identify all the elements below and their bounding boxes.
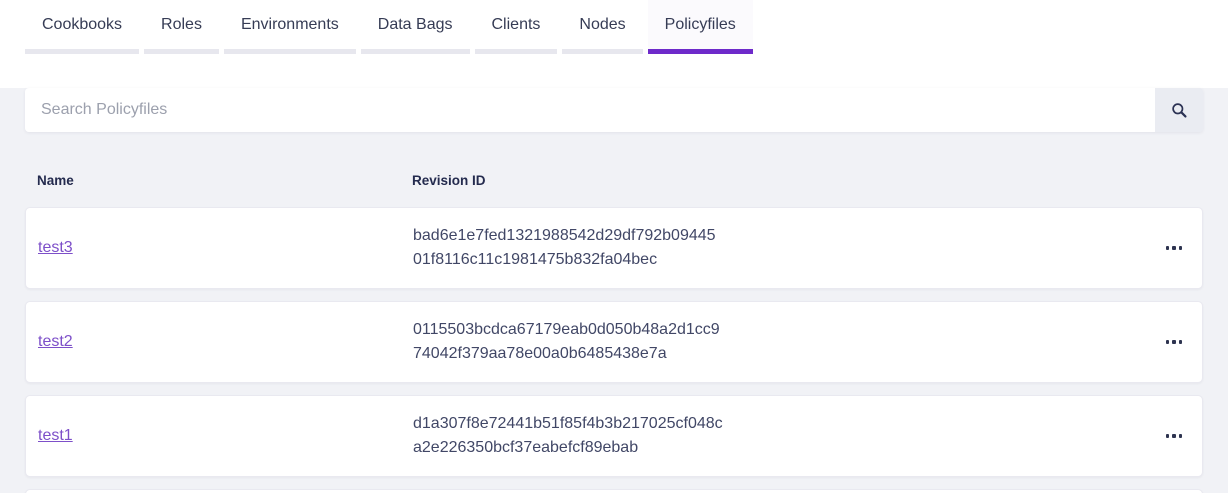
table-row-partial <box>25 489 1203 493</box>
revision-id: bad6e1e7fed1321988542d29df792b0944501f81… <box>401 224 723 272</box>
tab-roles[interactable]: Roles <box>144 0 219 54</box>
revision-id: 0115503bcdca67179eab0d050b48a2d1cc974042… <box>401 318 723 366</box>
column-header-name: Name <box>25 173 400 188</box>
policyfiles-panel: Name Revision ID test3 bad6e1e7fed132198… <box>0 88 1228 493</box>
table-header: Name Revision ID <box>25 165 1203 195</box>
column-header-revision-id: Revision ID <box>400 173 1147 188</box>
search-bar <box>25 88 1203 132</box>
ellipsis-icon <box>1166 246 1170 250</box>
table-row: test1 d1a307f8e72441b51f85f4b3b217025cf0… <box>25 395 1203 477</box>
search-input[interactable] <box>25 88 1155 132</box>
object-tabs: Cookbooks Roles Environments Data Bags C… <box>0 0 1228 54</box>
tab-clients[interactable]: Clients <box>475 0 558 54</box>
table-row: test2 0115503bcdca67179eab0d050b48a2d1cc… <box>25 301 1203 383</box>
tab-cookbooks[interactable]: Cookbooks <box>25 0 139 54</box>
row-more-actions-button[interactable] <box>1160 426 1189 446</box>
row-more-actions-button[interactable] <box>1160 332 1189 352</box>
tab-environments[interactable]: Environments <box>224 0 356 54</box>
row-more-actions-button[interactable] <box>1160 238 1189 258</box>
search-icon <box>1171 102 1188 119</box>
tab-data-bags[interactable]: Data Bags <box>361 0 470 54</box>
policyfile-link[interactable]: test3 <box>38 239 73 256</box>
tab-nodes[interactable]: Nodes <box>562 0 642 54</box>
revision-id: d1a307f8e72441b51f85f4b3b217025cf048ca2e… <box>401 412 723 460</box>
table-row: test3 bad6e1e7fed1321988542d29df792b0944… <box>25 207 1203 289</box>
policyfile-link[interactable]: test2 <box>38 333 73 350</box>
tab-policyfiles[interactable]: Policyfiles <box>648 0 753 54</box>
ellipsis-icon <box>1166 434 1170 438</box>
search-button[interactable] <box>1155 88 1203 132</box>
ellipsis-icon <box>1166 340 1170 344</box>
policyfile-link[interactable]: test1 <box>38 427 73 444</box>
